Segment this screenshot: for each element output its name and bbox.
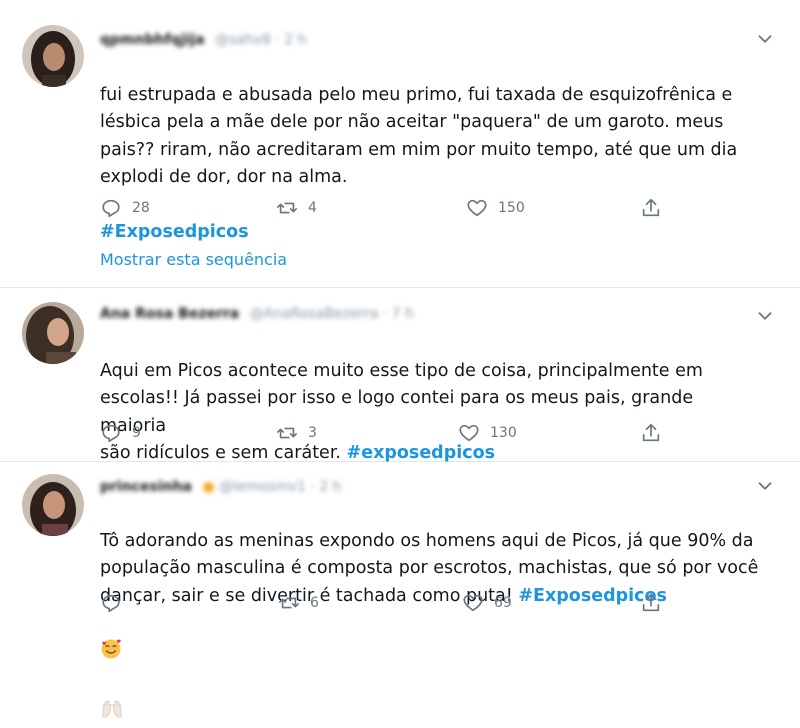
tweet-1[interactable]: qpmnbhfqjija @sahv8 · 2 h fui estrupada …	[0, 0, 800, 288]
reply-button[interactable]	[100, 590, 132, 616]
raising-hands-icon	[100, 669, 124, 728]
like-count: 69	[494, 595, 512, 611]
timestamp[interactable]: · 7 h	[383, 306, 414, 322]
handle[interactable]: @lemosmv1	[219, 479, 306, 495]
display-name[interactable]: Ana Rosa Bezerra	[100, 306, 239, 322]
hashtag-link[interactable]: #exposedpicos	[347, 443, 496, 463]
avatar[interactable]	[22, 25, 84, 87]
action-bar: 6 69	[100, 590, 700, 616]
like-button[interactable]: 69	[462, 590, 512, 616]
like-count: 130	[490, 425, 517, 441]
retweet-icon	[279, 597, 299, 609]
chevron-down-icon[interactable]	[754, 28, 776, 50]
tweet-text: Aqui em Picos acontece muito esse tipo d…	[100, 330, 760, 468]
action-bar: 9 3 130	[100, 420, 700, 446]
handle[interactable]: @sahv8	[215, 32, 271, 48]
tweet-header: qpmnbhfqjija @sahv8 · 2 h	[100, 32, 307, 52]
share-button[interactable]	[640, 420, 672, 446]
reply-button[interactable]: 9	[100, 420, 141, 446]
heart-icon	[463, 594, 483, 612]
chevron-down-icon[interactable]	[754, 305, 776, 327]
tweet-2[interactable]: Ana Rosa Bezerra @AnaRosaBezerra · 7 h A…	[0, 288, 800, 463]
tweet-body: fui estrupada e abusada pelo meu primo, …	[100, 84, 738, 188]
smiling-face-with-hearts-icon	[100, 610, 122, 669]
handle[interactable]: @AnaRosaBezerra	[250, 306, 379, 322]
retweet-icon	[277, 202, 297, 214]
retweet-icon	[277, 427, 297, 439]
heart-icon	[467, 199, 487, 217]
retweet-button[interactable]: 3	[276, 420, 317, 446]
like-button[interactable]: 130	[458, 420, 517, 446]
reply-count: 9	[132, 425, 141, 441]
hashtag-link[interactable]: #Exposedpicos	[100, 222, 249, 242]
retweet-count: 4	[308, 200, 317, 216]
timestamp[interactable]: · 2 h	[275, 32, 306, 48]
retweet-count: 6	[310, 595, 319, 611]
heart-icon	[459, 424, 479, 442]
display-name[interactable]: princesinha	[100, 479, 192, 495]
retweet-button[interactable]: 4	[276, 195, 317, 221]
share-button[interactable]	[640, 195, 672, 221]
share-icon	[642, 593, 660, 612]
share-icon	[642, 198, 660, 217]
tweet-3[interactable]: princesinha ● @lemosmv1 · 2 h Tô adorand…	[0, 462, 800, 717]
avatar[interactable]	[22, 302, 84, 364]
reply-icon	[102, 424, 120, 443]
like-button[interactable]: 150	[466, 195, 525, 221]
chevron-down-icon[interactable]	[754, 475, 776, 497]
emoji-icon: ●	[202, 479, 215, 495]
retweet-button[interactable]: 6	[278, 590, 319, 616]
reply-icon	[102, 594, 120, 613]
like-count: 150	[498, 200, 525, 216]
tweet-header: princesinha ● @lemosmv1 · 2 h	[100, 479, 342, 499]
tweet-header: Ana Rosa Bezerra @AnaRosaBezerra · 7 h	[100, 306, 414, 326]
timestamp[interactable]: · 2 h	[310, 479, 341, 495]
action-bar: 28 4 150	[100, 195, 700, 221]
display-name[interactable]: qpmnbhfqjija	[100, 32, 205, 48]
share-icon	[642, 423, 660, 442]
share-button[interactable]	[640, 590, 672, 616]
avatar[interactable]	[22, 474, 84, 536]
reply-button[interactable]: 28	[100, 195, 150, 221]
show-thread-link[interactable]: Mostrar esta sequência	[100, 250, 287, 269]
retweet-count: 3	[308, 425, 317, 441]
reply-count: 28	[132, 200, 150, 216]
reply-icon	[102, 199, 120, 218]
